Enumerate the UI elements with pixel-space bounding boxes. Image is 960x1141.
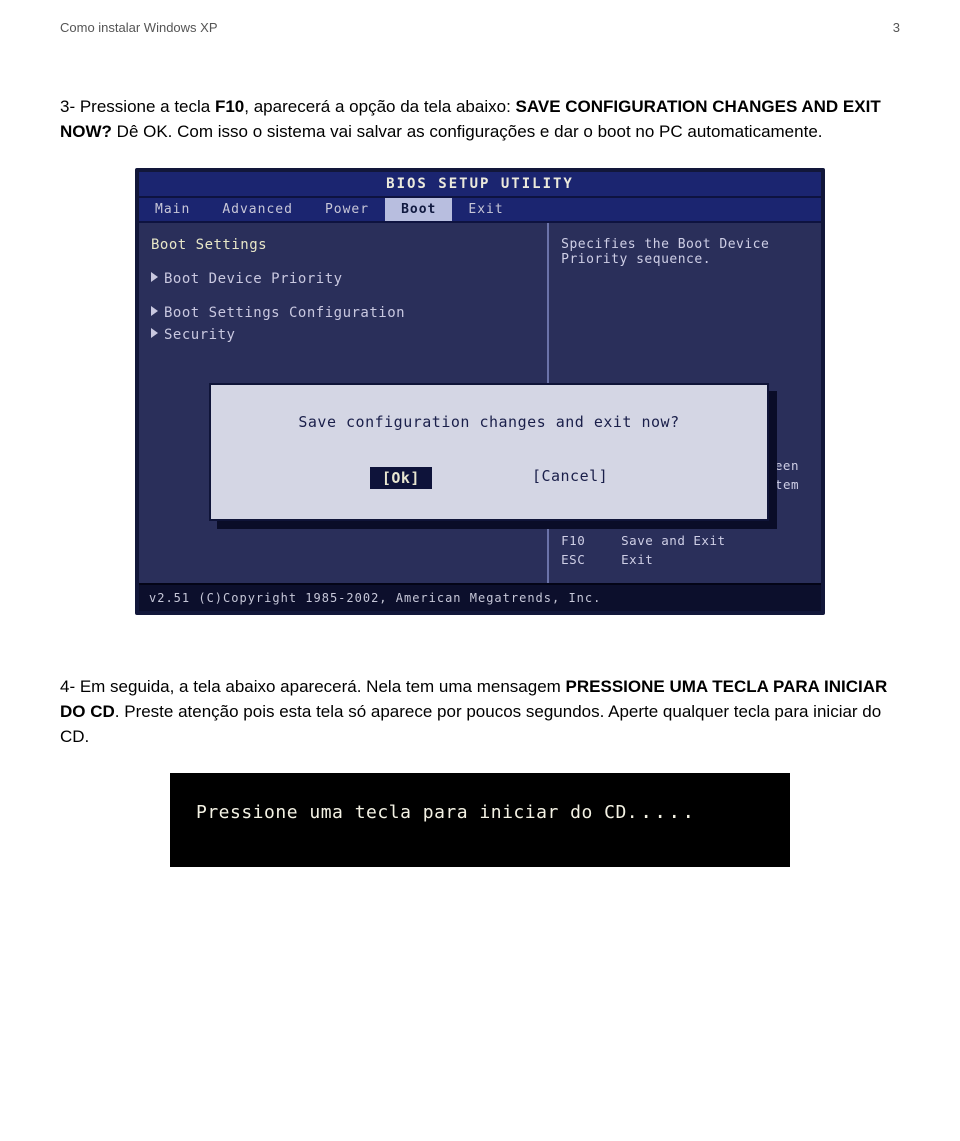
legend-row-esc: ESCExit <box>561 551 809 570</box>
bios-footer: v2.51 (C)Copyright 1985-2002, American M… <box>139 583 821 611</box>
bios-body: Boot Settings Boot Device Priority Boot … <box>139 223 821 583</box>
tab-advanced[interactable]: Advanced <box>206 198 309 221</box>
tab-boot[interactable]: Boot <box>385 198 452 221</box>
cancel-button[interactable]: [Cancel] <box>532 467 608 489</box>
cd-boot-text: Pressione uma tecla para iniciar do CD. <box>196 802 638 823</box>
bios-tabs: Main Advanced Power Boot Exit <box>139 198 821 223</box>
step-3-text: 3- Pressione a tecla F10, aparecerá a op… <box>60 95 900 144</box>
bios-help-text: Specifies the Boot Device Priority seque… <box>561 237 809 267</box>
ellipsis-icon: .... <box>640 799 696 823</box>
key-f10: F10 <box>215 97 244 116</box>
save-exit-dialog: Save configuration changes and exit now?… <box>209 383 769 521</box>
page-number: 3 <box>893 20 900 35</box>
tab-main[interactable]: Main <box>139 198 206 221</box>
tab-exit[interactable]: Exit <box>452 198 519 221</box>
chevron-right-icon <box>151 272 158 282</box>
chevron-right-icon <box>151 306 158 316</box>
step-4-text: 4- Em seguida, a tela abaixo aparecerá. … <box>60 675 900 749</box>
bios-screenshot: BIOS SETUP UTILITY Main Advanced Power B… <box>60 168 900 615</box>
menu-boot-settings-config[interactable]: Boot Settings Configuration <box>151 305 535 321</box>
bios-title: BIOS SETUP UTILITY <box>139 172 821 198</box>
cd-boot-screenshot: Pressione uma tecla para iniciar do CD..… <box>60 773 900 867</box>
bios-screen: BIOS SETUP UTILITY Main Advanced Power B… <box>135 168 825 615</box>
legend-row-f10: F10Save and Exit <box>561 532 809 551</box>
menu-security[interactable]: Security <box>151 327 535 343</box>
cd-boot-prompt: Pressione uma tecla para iniciar do CD..… <box>170 773 790 867</box>
dialog-buttons: [Ok] [Cancel] <box>231 467 747 489</box>
doc-title: Como instalar Windows XP <box>60 20 218 35</box>
menu-boot-device-priority[interactable]: Boot Device Priority <box>151 271 535 287</box>
chevron-right-icon <box>151 328 158 338</box>
boot-settings-heading: Boot Settings <box>151 237 535 253</box>
page-header: Como instalar Windows XP 3 <box>60 20 900 35</box>
ok-button[interactable]: [Ok] <box>370 467 432 489</box>
dialog-text: Save configuration changes and exit now? <box>231 413 747 431</box>
tab-power[interactable]: Power <box>309 198 385 221</box>
